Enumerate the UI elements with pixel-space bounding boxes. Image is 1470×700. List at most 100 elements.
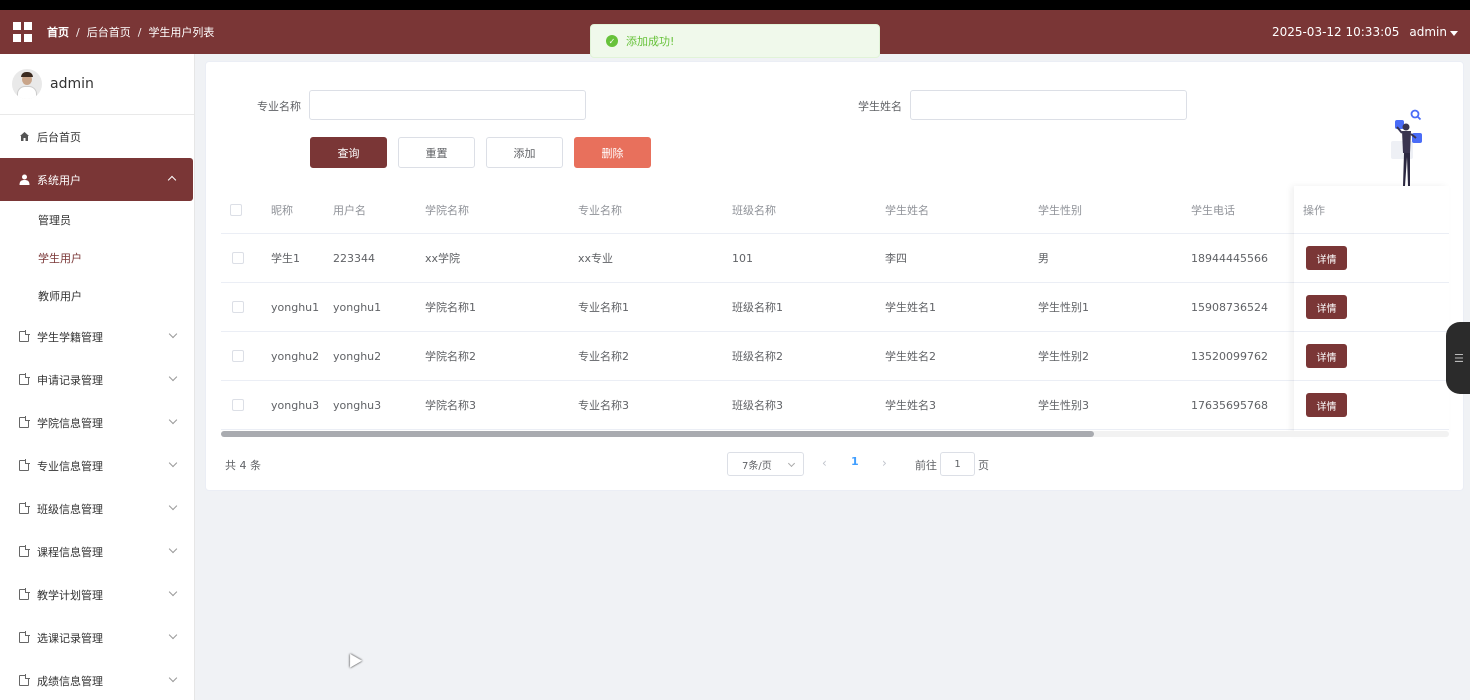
breadcrumb-home[interactable]: 首页	[47, 24, 69, 40]
sidebar-item-label: 后台首页	[37, 130, 81, 144]
student-name-label: 学生姓名	[858, 100, 902, 113]
sidebar-item-label: 申请记录管理	[37, 373, 103, 387]
cell-student-name: 学生姓名2	[885, 350, 936, 363]
sidebar-item-majors[interactable]: 专业信息管理	[0, 444, 194, 487]
query-button[interactable]: 查询	[310, 137, 387, 168]
select-all-checkbox[interactable]	[230, 203, 242, 216]
chevron-right-icon[interactable]: ›	[882, 456, 887, 470]
cell-username: yonghu1	[333, 300, 382, 314]
sidebar-item-dashboard[interactable]: 后台首页	[0, 115, 194, 158]
horizontal-scrollbar[interactable]	[221, 431, 1449, 437]
page-number-current[interactable]: 1	[851, 455, 859, 468]
cell-gender: 学生性别3	[1038, 399, 1089, 412]
row-checkbox[interactable]	[232, 350, 244, 362]
chevron-down-icon	[168, 501, 178, 511]
detail-button[interactable]: 详情	[1306, 295, 1347, 319]
column-header[interactable]: 学院名称	[425, 186, 469, 233]
column-header[interactable]: 学生电话	[1191, 186, 1235, 233]
delete-button[interactable]: 删除	[574, 137, 651, 168]
sidebar-item-label: 系统用户	[37, 173, 81, 187]
add-button[interactable]: 添加	[486, 137, 563, 168]
sidebar-item-course-selections[interactable]: 选课记录管理	[0, 616, 194, 659]
cell-gender: 男	[1038, 252, 1049, 265]
chevron-down-icon	[168, 587, 178, 597]
sidebar-item-applications[interactable]: 申请记录管理	[0, 358, 194, 401]
pagination: 共 4 条 7条/页 ‹ 1 › 前往 1 页	[206, 452, 1465, 476]
side-drawer-toggle[interactable]: ☰	[1446, 322, 1470, 394]
mouse-cursor-icon	[343, 650, 363, 668]
cell-nickname: yonghu2	[271, 349, 320, 363]
goto-page-input[interactable]: 1	[940, 452, 975, 476]
cell-student-name: 李四	[885, 252, 907, 265]
cell-class: 班级名称1	[732, 301, 783, 314]
detail-button[interactable]: 详情	[1306, 246, 1347, 270]
datetime: 2025-03-12 10:33:05	[1271, 25, 1400, 39]
actions-column: 操作 详情 详情 详情 详情	[1294, 186, 1449, 434]
cell-major: xx专业	[578, 252, 614, 265]
sidebar-subitem-teachers[interactable]: 教师用户	[0, 277, 194, 315]
column-header[interactable]: 学生姓名	[885, 186, 929, 233]
document-icon	[18, 545, 30, 558]
page-size-select[interactable]: 7条/页	[727, 452, 804, 476]
student-name-input[interactable]	[910, 90, 1187, 120]
breadcrumb-dashboard[interactable]: 后台首页	[87, 24, 131, 40]
sidebar-subitem-students[interactable]: 学生用户	[0, 239, 194, 277]
column-header[interactable]: 用户名	[333, 186, 366, 233]
sidebar-item-grades[interactable]: 成绩信息管理	[0, 659, 194, 700]
sidebar-item-colleges[interactable]: 学院信息管理	[0, 401, 194, 444]
column-header[interactable]: 班级名称	[732, 186, 776, 233]
main-panel: 专业名称 学生姓名 查询 重置 添加 删除 昵称 用户名 学院名称 专业名称 班…	[205, 61, 1464, 491]
cell-class: 班级名称3	[732, 399, 783, 412]
cell-major: 专业名称2	[578, 350, 629, 363]
column-header[interactable]: 学生性别	[1038, 186, 1082, 233]
reset-button[interactable]: 重置	[398, 137, 475, 168]
user-menu[interactable]: admin	[1409, 25, 1458, 39]
caret-down-icon	[1450, 30, 1458, 36]
row-checkbox[interactable]	[232, 252, 244, 264]
cell-username: 223344	[333, 251, 375, 265]
row-checkbox[interactable]	[232, 301, 244, 313]
breadcrumb-separator: /	[76, 25, 80, 39]
home-icon	[18, 131, 30, 143]
table-row: 学生1 223344 xx学院 xx专业 101 李四 男 1894444556…	[221, 234, 1449, 283]
cell-username: yonghu3	[333, 398, 382, 412]
cell-college: 学院名称1	[425, 301, 476, 314]
cell-college: 学院名称2	[425, 350, 476, 363]
cell-class: 班级名称2	[732, 350, 783, 363]
cell-college: xx学院	[425, 252, 461, 265]
sidebar-item-system-users[interactable]: 系统用户	[0, 158, 193, 201]
column-header[interactable]: 专业名称	[578, 186, 622, 233]
chevron-down-icon	[168, 544, 178, 554]
chevron-down-icon	[168, 458, 178, 468]
breadcrumb: 首页 / 后台首页 / 学生用户列表	[47, 24, 214, 40]
sidebar-item-classes[interactable]: 班级信息管理	[0, 487, 194, 530]
detail-button[interactable]: 详情	[1306, 344, 1347, 368]
cell-username: yonghu2	[333, 349, 382, 363]
cell-student-name: 学生姓名3	[885, 399, 936, 412]
cell-nickname: yonghu3	[271, 398, 320, 412]
scrollbar-thumb[interactable]	[221, 431, 1094, 437]
sidebar-item-student-records[interactable]: 学生学籍管理	[0, 315, 194, 358]
row-checkbox[interactable]	[232, 399, 244, 411]
column-header: 操作	[1303, 203, 1325, 217]
sidebar-item-label: 教学计划管理	[37, 588, 103, 602]
chevron-down-icon	[168, 630, 178, 640]
chevron-down-icon	[168, 673, 178, 683]
chevron-down-icon	[168, 415, 178, 425]
column-header[interactable]: 昵称	[271, 186, 293, 233]
sidebar-item-label: 专业信息管理	[37, 459, 103, 473]
avatar	[12, 69, 42, 99]
sidebar-item-courses[interactable]: 课程信息管理	[0, 530, 194, 573]
sidebar-item-label: 选课记录管理	[37, 631, 103, 645]
detail-button[interactable]: 详情	[1306, 393, 1347, 417]
major-input[interactable]	[309, 90, 586, 120]
sidebar-subitem-admins[interactable]: 管理员	[0, 201, 194, 239]
cell-major: 专业名称3	[578, 399, 629, 412]
table-row: yonghu2 yonghu2 学院名称2 专业名称2 班级名称2 学生姓名2 …	[221, 332, 1449, 381]
table-row: yonghu1 yonghu1 学院名称1 专业名称1 班级名称1 学生姓名1 …	[221, 283, 1449, 332]
table-row: yonghu3 yonghu3 学院名称3 专业名称3 班级名称3 学生姓名3 …	[221, 381, 1449, 430]
apps-grid-icon[interactable]	[13, 22, 33, 42]
chevron-down-icon	[787, 459, 796, 468]
sidebar-item-teaching-plans[interactable]: 教学计划管理	[0, 573, 194, 616]
chevron-left-icon[interactable]: ‹	[822, 456, 827, 470]
